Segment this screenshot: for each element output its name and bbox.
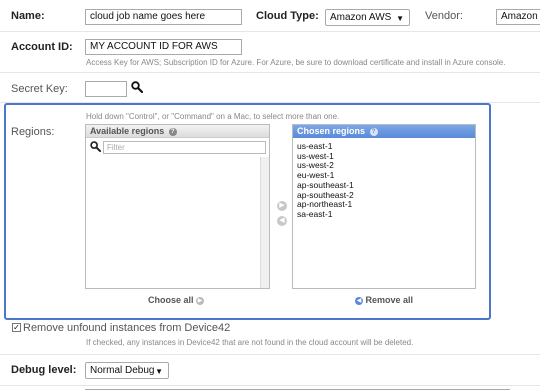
list-item[interactable]: sa-east-1 xyxy=(297,209,354,220)
debug-level-label: Debug level: xyxy=(11,364,77,376)
available-regions-header: Available regions ? xyxy=(86,125,269,138)
filter-input[interactable]: Filter xyxy=(103,141,266,154)
regions-hint: Hold down "Control", or "Command" on a M… xyxy=(86,112,340,121)
add-region-arrow-icon[interactable]: ▶ xyxy=(277,201,287,211)
remove-unfound-label: Remove unfound instances from Device42 xyxy=(23,322,231,334)
cloud-type-label: Cloud Type: xyxy=(256,10,319,22)
choose-all-button[interactable]: Choose all ▶ xyxy=(148,295,205,305)
chosen-regions-list[interactable]: us-east-1 us-west-1 us-west-2 eu-west-1 … xyxy=(297,141,354,220)
account-id-label: Account ID: xyxy=(11,41,73,53)
remove-all-button[interactable]: ◀ Remove all xyxy=(355,295,413,305)
search-icon[interactable] xyxy=(131,81,143,93)
arrow-right-icon: ▶ xyxy=(196,296,205,305)
available-regions-panel: Available regions ? Filter xyxy=(85,124,270,289)
vendor-input[interactable]: Amazon xyxy=(496,9,540,25)
arrow-left-icon: ◀ xyxy=(355,296,363,305)
chosen-regions-header: Chosen regions ? xyxy=(293,125,475,138)
available-regions-scrollbar[interactable] xyxy=(260,157,269,288)
account-id-input[interactable]: MY ACCOUNT ID FOR AWS xyxy=(85,39,242,55)
cloud-type-select[interactable]: Amazon AWS ▼ xyxy=(325,9,410,26)
divider xyxy=(0,31,540,32)
regions-label: Regions: xyxy=(11,126,55,138)
divider xyxy=(0,72,540,73)
secret-key-input[interactable] xyxy=(85,81,127,97)
help-icon[interactable]: ? xyxy=(369,127,378,136)
chosen-regions-panel: Chosen regions ? us-east-1 us-west-1 us-… xyxy=(292,124,476,289)
remove-all-label: Remove all xyxy=(365,295,414,305)
available-regions-title: Available regions xyxy=(90,126,165,136)
help-icon[interactable]: ? xyxy=(168,127,177,136)
chevron-down-icon: ▼ xyxy=(155,367,163,376)
chevron-down-icon: ▼ xyxy=(396,14,404,23)
remove-unfound-help: If checked, any instances in Device42 th… xyxy=(86,338,414,347)
remove-unfound-checkbox[interactable]: ✓ xyxy=(12,323,21,332)
divider xyxy=(0,354,540,355)
divider xyxy=(0,385,540,386)
name-label: Name: xyxy=(11,10,45,22)
filter-search-icon xyxy=(90,141,101,152)
secret-key-label: Secret Key: xyxy=(11,83,68,95)
choose-all-label: Choose all xyxy=(148,295,194,305)
vendor-label: Vendor: xyxy=(425,10,463,22)
chosen-regions-title: Chosen regions xyxy=(297,126,366,136)
name-input[interactable]: cloud job name goes here xyxy=(85,9,242,25)
debug-level-value: Normal Debug xyxy=(90,365,155,376)
remove-region-arrow-icon[interactable]: ◀ xyxy=(277,216,287,226)
debug-level-select[interactable]: Normal Debug ▼ xyxy=(85,362,169,379)
cloud-type-value: Amazon AWS xyxy=(330,12,392,23)
account-id-help: Access Key for AWS; Subscription ID for … xyxy=(86,58,506,67)
